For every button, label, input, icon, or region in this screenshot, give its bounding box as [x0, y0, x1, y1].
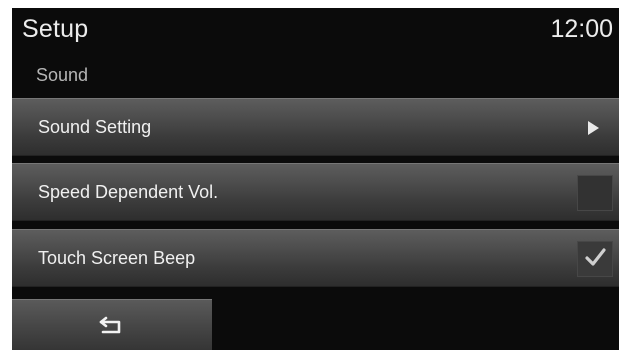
- speed-dependent-vol-checkbox[interactable]: [577, 175, 613, 211]
- menu-item-label: Speed Dependent Vol.: [38, 182, 219, 202]
- menu-item-touch-screen-beep[interactable]: Touch Screen Beep: [12, 229, 619, 287]
- menu-item-label: Touch Screen Beep: [38, 248, 196, 268]
- clock: 12:00: [550, 15, 613, 43]
- menu-item-speed-dependent-vol[interactable]: Speed Dependent Vol.: [12, 163, 619, 221]
- section-label: Sound: [36, 65, 89, 85]
- setup-screen: Setup 12:00 Sound Sound Setting Speed De…: [12, 8, 619, 350]
- back-arrow-icon: [99, 316, 121, 334]
- back-button[interactable]: [12, 299, 212, 350]
- menu-item-label: Sound Setting: [38, 117, 152, 137]
- menu-item-sound-setting[interactable]: Sound Setting: [12, 98, 619, 156]
- page-title: Setup: [22, 15, 89, 43]
- checkmark-icon: [585, 248, 606, 266]
- arrow-right-icon: [588, 121, 599, 135]
- touch-screen-beep-checkbox[interactable]: [577, 241, 613, 277]
